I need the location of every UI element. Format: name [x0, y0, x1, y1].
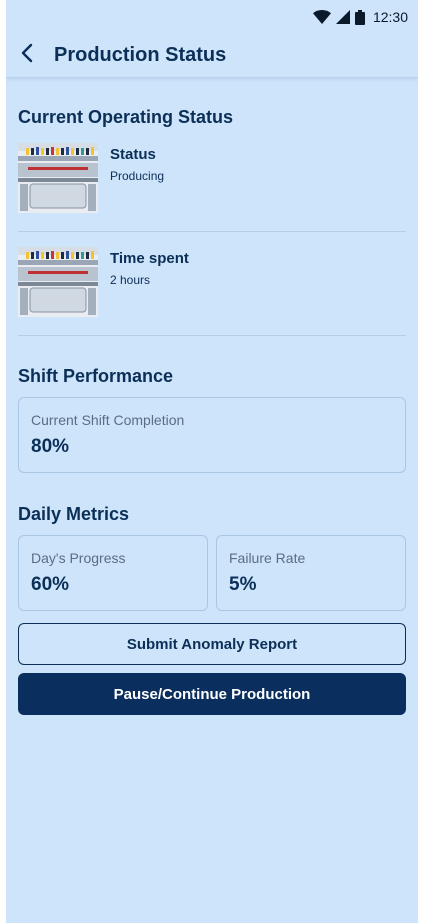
shift-performance-heading: Shift Performance — [18, 366, 174, 386]
days-progress-value: 60% — [31, 574, 70, 595]
knitting-machine-image — [18, 247, 98, 317]
failure-rate-card: Failure Rate 5% — [216, 535, 406, 611]
days-progress-card: Day's Progress 60% — [18, 535, 208, 611]
list-item-time-spent[interactable]: Time spent 2 hours — [18, 232, 406, 336]
shift-completion-card: Current Shift Completion 80% — [18, 397, 406, 473]
pause-continue-production-button[interactable]: Pause/Continue Production — [18, 673, 406, 715]
days-progress-label: Day's Progress — [31, 550, 126, 566]
shift-completion-label: Current Shift Completion — [31, 412, 185, 428]
daily-metrics-row: Day's Progress 60% Failure Rate 5% — [18, 535, 406, 611]
wifi-icon — [312, 10, 331, 24]
shift-completion-value: 80% — [31, 436, 70, 457]
list-item-text: Time spent 2 hours — [110, 250, 189, 287]
chevron-left-icon — [20, 43, 34, 68]
battery-icon — [354, 9, 365, 25]
app-bar: Production Status — [6, 34, 418, 78]
failure-rate-value: 5% — [229, 574, 257, 595]
time-spent-title: Time spent — [110, 250, 189, 267]
time-spent-value: 2 hours — [110, 273, 151, 287]
cellular-signal-icon — [335, 10, 350, 24]
status-title: Status — [110, 146, 156, 163]
list-item-text: Status Producing — [110, 146, 164, 183]
status-value: Producing — [110, 169, 165, 183]
main-content: Current Operating Status Status Producin… — [6, 107, 418, 715]
status-bar: 12:30 — [6, 0, 418, 34]
back-button[interactable] — [20, 42, 48, 70]
page-title: Production Status — [54, 44, 227, 66]
submit-anomaly-report-button[interactable]: Submit Anomaly Report — [18, 623, 406, 665]
knitting-machine-image — [18, 143, 98, 213]
list-item-status[interactable]: Status Producing — [18, 128, 406, 232]
daily-metrics-heading: Daily Metrics — [18, 504, 130, 524]
status-time: 12:30 — [372, 9, 408, 25]
operating-status-heading: Current Operating Status — [18, 107, 234, 127]
app-screen: 12:30 Production Status Current Operatin… — [6, 0, 418, 923]
failure-rate-label: Failure Rate — [229, 550, 306, 566]
